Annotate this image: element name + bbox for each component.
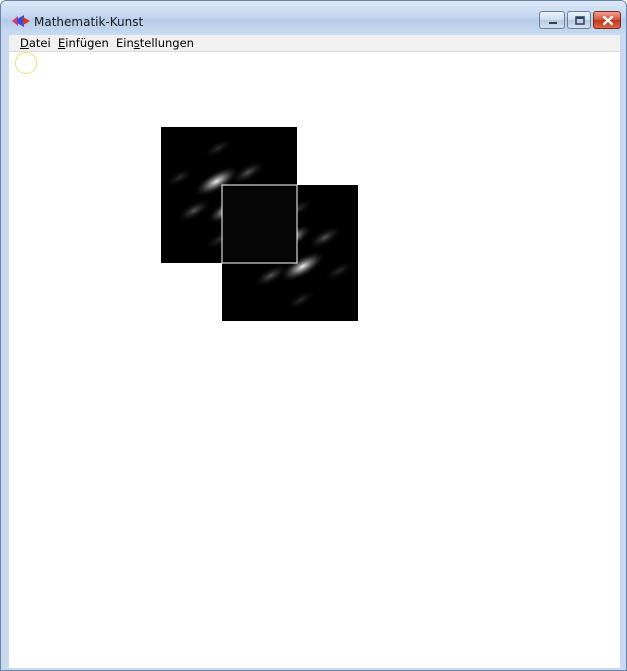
menu-einfuegen[interactable]: Einfügen <box>58 36 109 50</box>
menu-label-post: tellungen <box>139 36 194 50</box>
overlap-region <box>222 185 297 263</box>
menu-mnemonic: D <box>20 36 29 50</box>
menu-label-pre: Ein <box>116 36 134 50</box>
app-icon <box>12 15 30 27</box>
drawing-canvas[interactable] <box>9 52 620 668</box>
menu-label-post: atei <box>28 36 51 50</box>
canvas-graphics <box>161 127 358 321</box>
maximize-icon <box>575 16 585 25</box>
app-window: Mathematik-Kunst Datei Einfügen Einstell… <box>0 0 627 671</box>
window-title: Mathematik-Kunst <box>34 15 144 29</box>
maximize-button[interactable] <box>567 11 591 29</box>
menu-label-post: infügen <box>65 36 109 50</box>
close-icon <box>602 15 614 26</box>
minimize-icon <box>549 22 557 24</box>
menu-datei[interactable]: Datei <box>20 36 51 50</box>
window-bottom-border <box>9 668 620 670</box>
title-bar[interactable]: Mathematik-Kunst <box>1 1 626 35</box>
menu-einstellungen[interactable]: Einstellungen <box>116 36 194 50</box>
close-button[interactable] <box>593 11 621 29</box>
menu-bar: Datei Einfügen Einstellungen <box>9 35 620 52</box>
minimize-button[interactable] <box>539 11 565 29</box>
